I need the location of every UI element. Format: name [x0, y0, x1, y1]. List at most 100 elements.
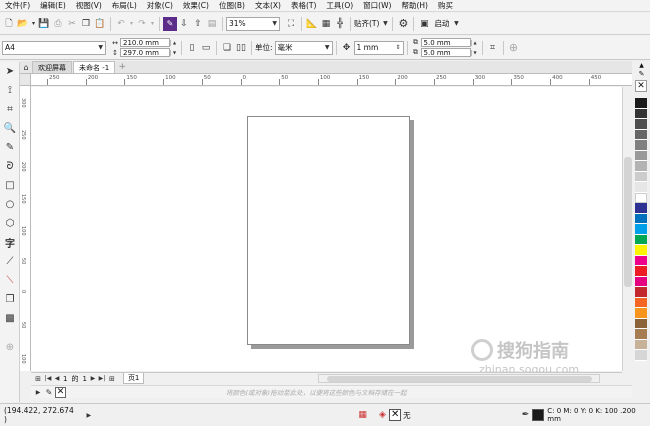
chevron-down-icon[interactable]: ▼ — [381, 17, 389, 31]
show-grid-icon[interactable]: ▦ — [319, 17, 333, 31]
palette-scroll-up-icon[interactable]: ▲ — [633, 62, 650, 70]
prev-page-icon[interactable]: ◀ — [53, 374, 61, 384]
horizontal-ruler[interactable]: 250 200 150 100 50 0 50 100 150 200 250 300 350 400 45… — [31, 74, 632, 86]
menu-item[interactable]: 文本(X) — [250, 0, 286, 12]
drawing-canvas[interactable]: 搜狗指南 zhinan.sogou.com — [31, 87, 622, 376]
color-swatch[interactable] — [635, 182, 647, 193]
ellipse-tool-icon[interactable]: ○ — [0, 195, 20, 214]
color-swatch[interactable] — [635, 161, 647, 172]
all-pages-icon[interactable]: ❏ — [220, 41, 234, 55]
color-swatch[interactable] — [635, 339, 647, 350]
publish-pdf-icon[interactable]: ▤ — [205, 17, 219, 31]
color-swatch[interactable] — [635, 255, 647, 266]
outline-pen-icon[interactable]: ✒ — [519, 408, 533, 422]
save-icon[interactable]: 💾 — [37, 17, 51, 31]
document-page[interactable] — [247, 116, 410, 345]
pick-tool-icon[interactable]: ➤ — [0, 62, 20, 81]
color-swatch[interactable] — [635, 224, 647, 235]
color-swatch[interactable] — [635, 192, 647, 203]
text-tool-icon[interactable]: 字 — [0, 233, 20, 252]
dup-x-spinner[interactable]: ▲ — [470, 39, 479, 46]
status-arrow-icon[interactable]: ▶ — [84, 408, 94, 422]
first-page-icon[interactable]: |◀ — [43, 374, 53, 384]
fill-bucket-icon[interactable]: ◈ — [376, 408, 390, 422]
menu-item[interactable]: 帮助(H) — [396, 0, 433, 12]
import-icon[interactable]: ⇩ — [177, 17, 191, 31]
polygon-tool-icon[interactable]: ⬡ — [0, 214, 20, 233]
portrait-icon[interactable]: ▯ — [185, 41, 199, 55]
page-tab[interactable]: 页1 — [122, 373, 145, 384]
color-swatch[interactable] — [635, 150, 647, 161]
paste-icon[interactable]: 📋 — [93, 17, 107, 31]
landscape-icon[interactable]: ▭ — [199, 41, 213, 55]
print-icon[interactable]: ⎙ — [51, 17, 65, 31]
menu-item[interactable]: 文件(F) — [0, 0, 35, 12]
artistic-media-icon[interactable]: ᘐ — [0, 157, 20, 176]
height-spinner[interactable]: ▼ — [170, 49, 178, 56]
menu-item[interactable]: 位图(B) — [214, 0, 250, 12]
page-size-dropdown[interactable]: A4 ▼ — [2, 40, 106, 55]
color-swatch[interactable] — [635, 266, 647, 277]
ruler-corner[interactable] — [20, 74, 31, 86]
add-page-after-icon[interactable]: ⊞ — [107, 374, 117, 384]
color-swatch[interactable] — [635, 297, 647, 308]
redo-icon[interactable]: ↷ — [135, 17, 149, 31]
undo-icon[interactable]: ↶ — [114, 17, 128, 31]
menu-item[interactable]: 购买 — [433, 0, 458, 12]
color-swatch[interactable] — [635, 234, 647, 245]
document-color-settings-icon[interactable]: ▦ — [356, 408, 370, 422]
show-guidelines-icon[interactable]: ╬ — [333, 17, 347, 31]
eyedropper-icon[interactable]: ✎ — [43, 386, 55, 398]
color-swatch[interactable] — [635, 98, 647, 109]
vertical-scroll-thumb[interactable] — [624, 157, 632, 287]
color-swatch[interactable] — [635, 140, 647, 151]
duplicate-x-field[interactable]: 5.0 mm — [420, 38, 471, 47]
copy-icon[interactable]: ❐ — [79, 17, 93, 31]
width-spinner[interactable]: ▲ — [170, 39, 178, 46]
options-gear-icon[interactable]: ⚙ — [396, 17, 410, 31]
no-color-swatch[interactable]: ✕ — [635, 80, 647, 92]
export-icon[interactable]: ⇧ — [191, 17, 205, 31]
last-page-icon[interactable]: ▶| — [97, 374, 107, 384]
color-swatch[interactable] — [635, 203, 647, 214]
treat-as-filled-icon[interactable]: ⌗ — [486, 41, 500, 55]
color-swatch[interactable] — [635, 318, 647, 329]
menu-item[interactable]: 工具(O) — [321, 0, 358, 12]
full-screen-icon[interactable]: ⛶ — [284, 17, 298, 31]
vertical-scrollbar[interactable] — [622, 87, 632, 371]
search-content-icon[interactable]: ✎ — [163, 16, 177, 31]
color-swatch[interactable] — [635, 245, 647, 256]
add-icon[interactable]: ⊕ — [507, 41, 521, 55]
no-color-box[interactable]: ✕ — [55, 386, 66, 398]
application-launcher-icon[interactable]: ▣ — [417, 17, 431, 31]
current-page-icon[interactable]: ▯▯ — [234, 41, 248, 55]
duplicate-y-field[interactable]: 5.0 mm — [420, 48, 471, 57]
snap-to-menu[interactable]: 贴齐(T) — [354, 18, 379, 29]
zoom-tool-icon[interactable]: 🔍 — [0, 119, 20, 138]
dup-y-spinner[interactable]: ▼ — [470, 49, 479, 56]
add-page-before-icon[interactable]: ⊞ — [33, 374, 43, 384]
menu-item[interactable]: 编辑(E) — [35, 0, 71, 12]
new-tab-plus-icon[interactable]: + — [116, 61, 128, 73]
menu-item[interactable]: 视图(V) — [71, 0, 107, 12]
zoom-level-dropdown[interactable]: 31% ▼ — [226, 16, 280, 31]
rectangle-tool-icon[interactable]: □ — [0, 176, 20, 195]
tab-untitled-1[interactable]: 未命名 -1 — [73, 61, 116, 73]
horizontal-scrollbar[interactable] — [318, 374, 601, 383]
launch-label[interactable]: 启动 — [434, 18, 449, 29]
drop-shadow-icon[interactable]: ❐ — [0, 290, 20, 309]
color-swatch[interactable] — [635, 276, 647, 287]
color-swatch[interactable] — [635, 308, 647, 319]
page-height-field[interactable]: 297.0 mm — [120, 48, 170, 57]
transparency-tool-icon[interactable]: ▩ — [0, 309, 20, 328]
nudge-distance-field[interactable]: 1 mm ⇕ — [353, 40, 404, 55]
menu-item[interactable]: 布局(L) — [107, 0, 142, 12]
horizontal-scroll-thumb[interactable] — [327, 376, 593, 382]
color-swatch[interactable] — [635, 287, 647, 298]
open-folder-icon[interactable]: 📂 — [16, 17, 30, 31]
new-document-icon[interactable]: 🗋 — [2, 17, 16, 31]
color-swatch[interactable] — [635, 119, 647, 130]
menu-item[interactable]: 表格(T) — [286, 0, 321, 12]
home-icon[interactable]: ⌂ — [20, 61, 32, 73]
units-dropdown[interactable]: 毫米 ▼ — [274, 40, 333, 55]
